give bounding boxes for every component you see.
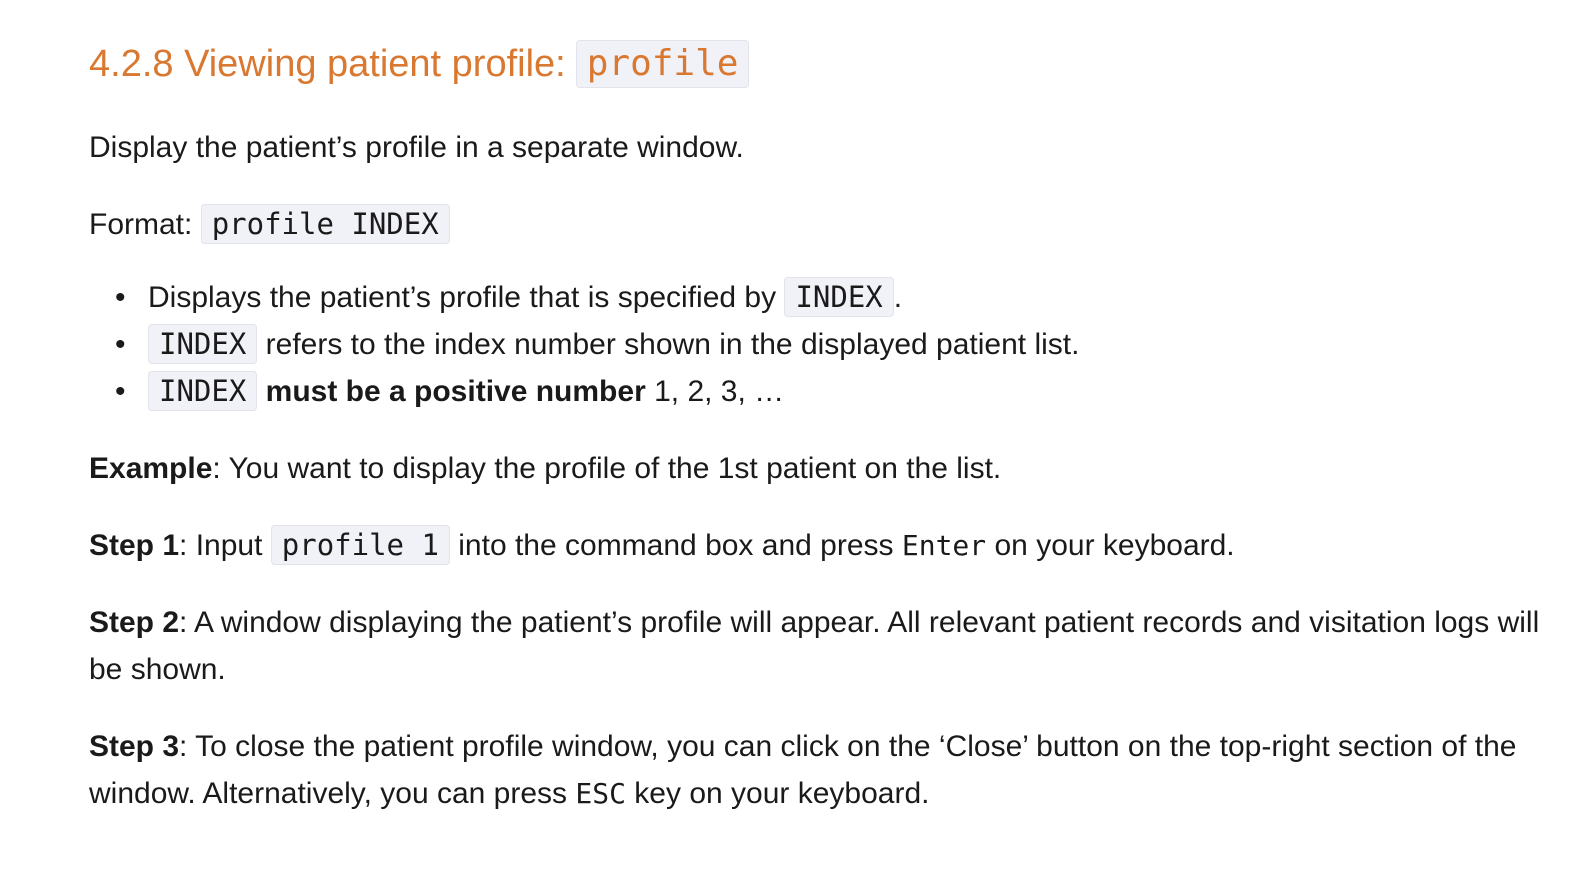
step3-paragraph: Step 3: To close the patient profile win…: [89, 723, 1559, 817]
step1-label: Step 1: [89, 529, 180, 562]
details-list: • Displays the patient’s profile that is…: [89, 274, 1559, 415]
step1-command-code: profile 1: [270, 525, 450, 565]
section-heading: 4.2.8 Viewing patient profile: profile: [89, 38, 1559, 90]
example-text: : You want to display the profile of the…: [212, 452, 1002, 485]
list-item: • INDEX refers to the index number shown…: [115, 321, 1559, 368]
step3-text-after: key on your keyboard.: [634, 777, 930, 810]
step2-label: Step 2: [89, 606, 180, 639]
format-paragraph: Format: profile INDEX: [89, 201, 1559, 248]
format-code: profile INDEX: [200, 204, 450, 244]
heading-command-code: profile: [575, 40, 750, 88]
step1-paragraph: Step 1: Input profile 1 into the command…: [89, 522, 1559, 569]
heading-text: 4.2.8 Viewing patient profile:: [89, 43, 566, 85]
step1-text-after: on your keyboard.: [994, 529, 1235, 562]
esc-key-text: ESC: [575, 777, 626, 810]
list-item-bold-text: must be a positive number: [265, 375, 646, 408]
list-item: • INDEX must be a positive number 1, 2, …: [115, 368, 1559, 415]
step2-paragraph: Step 2: A window displaying the patient’…: [89, 599, 1559, 693]
index-code: INDEX: [784, 277, 894, 317]
index-code: INDEX: [148, 371, 258, 411]
bullet-icon: •: [115, 375, 126, 408]
example-label: Example: [89, 452, 213, 485]
list-item: • Displays the patient’s profile that is…: [115, 274, 1559, 321]
list-item-text: 1, 2, 3, …: [654, 375, 785, 408]
format-label: Format:: [89, 208, 193, 241]
list-item-text: Displays the patient’s profile that is s…: [148, 281, 777, 314]
enter-key-text: Enter: [901, 529, 987, 562]
example-paragraph: Example: You want to display the profile…: [89, 445, 1559, 492]
intro-paragraph: Display the patient’s profile in a separ…: [89, 131, 744, 164]
step1-text-before: : Input: [179, 529, 263, 562]
list-item-text-after: .: [893, 281, 903, 314]
step1-text-middle: into the command box and press: [458, 529, 894, 562]
bullet-icon: •: [115, 328, 126, 361]
step2-text: : A window displaying the patient’s prof…: [89, 606, 1540, 686]
index-code: INDEX: [148, 324, 258, 364]
list-item-text: refers to the index number shown in the …: [265, 328, 1080, 361]
document-page: 4.2.8 Viewing patient profile: profile D…: [0, 0, 1559, 817]
step3-label: Step 3: [89, 730, 180, 763]
bullet-icon: •: [115, 281, 126, 314]
